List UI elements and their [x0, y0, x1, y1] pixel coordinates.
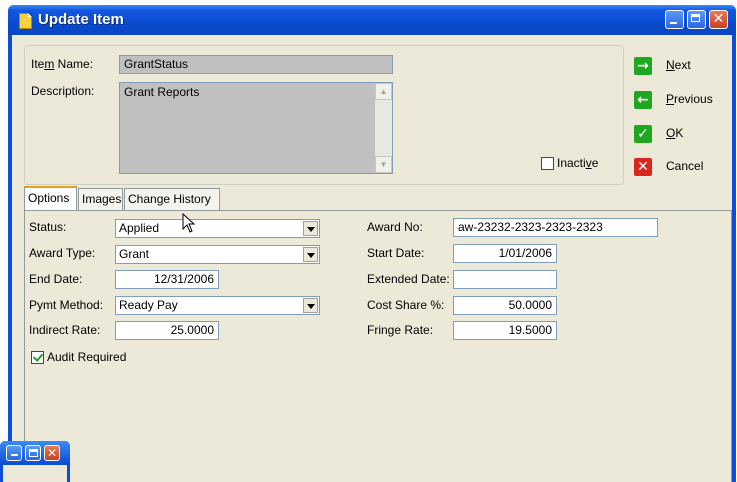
chevron-down-icon[interactable] [303, 221, 318, 236]
ok-button[interactable]: ✓ OK [634, 123, 724, 147]
close-icon[interactable]: ✕ [709, 10, 728, 29]
inactive-checkbox[interactable] [541, 157, 554, 170]
x-icon: ✕ [634, 158, 652, 176]
ok-label: OK [666, 126, 684, 140]
description-scrollbar[interactable]: ▲ ▼ [375, 83, 392, 173]
cost-share-label: Cost Share %: [367, 298, 445, 312]
item-name-label: Item Name: [31, 57, 94, 71]
cancel-label: Cancel [666, 159, 704, 173]
award-type-label: Award Type: [29, 246, 96, 260]
maximize-icon[interactable] [25, 445, 41, 461]
tab-options[interactable]: Options [24, 186, 77, 210]
options-panel: Status: Applied Award Type: Grant End Da… [24, 210, 732, 482]
pymt-method-label: Pymt Method: [29, 298, 104, 312]
mouse-cursor-icon [182, 213, 196, 233]
status-select[interactable]: Applied [115, 219, 320, 238]
extended-date-field[interactable] [453, 270, 557, 289]
dialog-client-area: Item Name: GrantStatus Description: Gran… [12, 35, 732, 482]
status-value: Applied [119, 221, 160, 235]
fringe-rate-field[interactable]: 19.5000 [453, 321, 557, 340]
title-bar[interactable]: Update Item ✕ [8, 5, 736, 35]
tab-change-history[interactable]: Change History [124, 188, 220, 210]
previous-button[interactable]: ← Previous [634, 89, 724, 113]
description-label: Description: [31, 84, 95, 98]
award-no-label: Award No: [367, 220, 423, 234]
audit-required-checkbox[interactable] [31, 351, 44, 364]
audit-required-label: Audit Required [47, 350, 127, 364]
fringe-rate-label: Fringe Rate: [367, 323, 434, 337]
extended-date-label: Extended Date: [367, 272, 450, 286]
background-window-title-bar[interactable]: ✕ [0, 441, 70, 465]
cost-share-field[interactable]: 50.0000 [453, 296, 557, 315]
indirect-rate-label: Indirect Rate: [29, 323, 101, 337]
close-icon[interactable]: ✕ [44, 445, 60, 461]
previous-label: Previous [666, 92, 713, 106]
checkmark-icon: ✓ [634, 125, 652, 143]
item-details-group: Item Name: GrantStatus Description: Gran… [24, 45, 624, 185]
document-icon [19, 13, 32, 29]
start-date-field[interactable]: 1/01/2006 [453, 244, 557, 263]
background-window[interactable]: ✕ [0, 441, 70, 482]
award-type-select[interactable]: Grant [115, 245, 320, 264]
item-name-field[interactable]: GrantStatus [119, 55, 393, 74]
indirect-rate-field[interactable]: 25.0000 [115, 321, 219, 340]
chevron-down-icon[interactable] [303, 247, 318, 262]
end-date-label: End Date: [29, 272, 83, 286]
award-type-value: Grant [119, 247, 150, 261]
update-item-window: Update Item ✕ Item Name: GrantStatus Des… [8, 5, 736, 482]
arrow-right-icon: → [634, 57, 652, 75]
next-label: Next [666, 58, 691, 72]
minimize-icon[interactable] [665, 10, 684, 29]
tab-images[interactable]: Images [78, 188, 123, 210]
description-text: Grant Reports [124, 85, 200, 99]
inactive-label: Inactive [557, 156, 599, 170]
arrow-left-icon: ← [634, 91, 652, 109]
window-title: Update Item [38, 11, 124, 28]
maximize-icon[interactable] [687, 10, 706, 29]
start-date-label: Start Date: [367, 246, 425, 260]
cancel-button[interactable]: ✕ Cancel [634, 156, 724, 180]
scroll-up-icon[interactable]: ▲ [375, 83, 392, 100]
background-window-body [3, 465, 67, 482]
end-date-field[interactable]: 12/31/2006 [115, 270, 219, 289]
minimize-icon[interactable] [6, 445, 22, 461]
scroll-down-icon[interactable]: ▼ [375, 156, 392, 173]
next-button[interactable]: → Next [634, 55, 724, 79]
award-no-field[interactable]: aw-23232-2323-2323-2323 [453, 218, 658, 237]
pymt-method-select[interactable]: Ready Pay [115, 296, 320, 315]
chevron-down-icon[interactable] [303, 298, 318, 313]
pymt-method-value: Ready Pay [119, 298, 178, 312]
status-label: Status: [29, 220, 67, 234]
description-textarea[interactable]: Grant Reports ▲ ▼ [119, 82, 393, 174]
